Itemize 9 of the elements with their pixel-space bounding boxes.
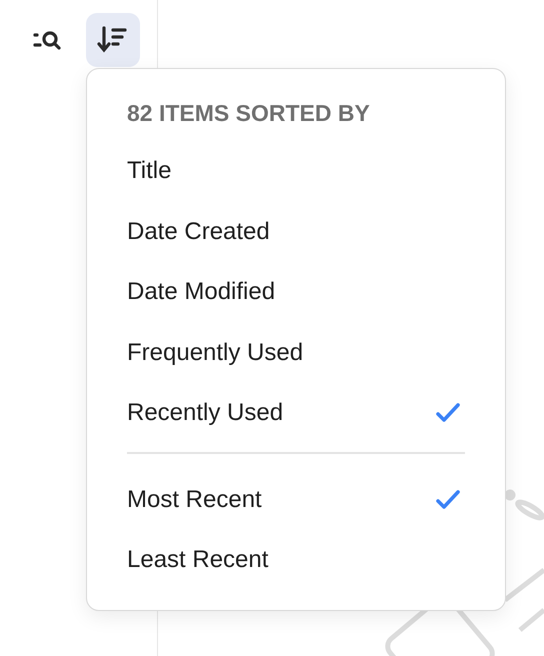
menu-header: 82 ITEMS SORTED BY <box>127 99 371 128</box>
menu-item[interactable]: Recently Used <box>127 383 465 444</box>
menu-item[interactable]: Title <box>127 141 465 202</box>
menu-item[interactable]: Frequently Used <box>127 322 465 383</box>
menu-item[interactable]: Least Recent <box>127 530 465 590</box>
menu-item[interactable]: Most Recent <box>127 470 465 530</box>
menu-item[interactable]: Date Modified <box>127 262 465 322</box>
sort-button[interactable] <box>86 13 140 67</box>
menu-item[interactable]: Date Created <box>127 202 465 262</box>
